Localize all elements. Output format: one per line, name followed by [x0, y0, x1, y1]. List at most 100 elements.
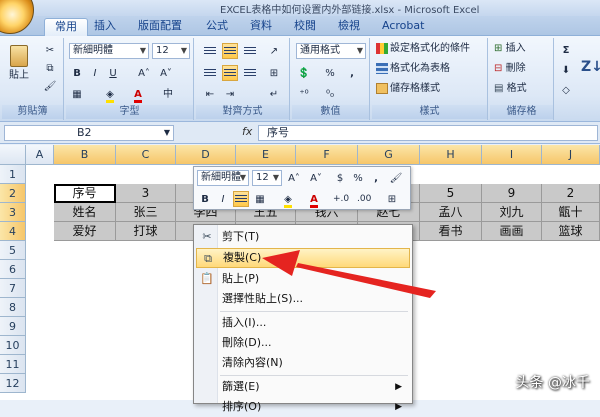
mini-italic-button[interactable]: I: [215, 191, 231, 207]
cell-c3[interactable]: 张三: [116, 203, 176, 222]
tab-acrobat[interactable]: Acrobat: [372, 18, 434, 36]
align-bottom-icon[interactable]: [242, 43, 258, 59]
cell-c2[interactable]: 3: [116, 184, 176, 203]
mini-size-select[interactable]: 12 ▼: [252, 170, 282, 186]
formula-input[interactable]: 序号: [258, 125, 598, 141]
column-header-c[interactable]: C: [116, 145, 176, 165]
fill-icon[interactable]: ⬇: [558, 62, 574, 78]
cell-c4[interactable]: 打球: [116, 222, 176, 241]
cut-icon[interactable]: ✂: [42, 42, 58, 58]
align-left-icon[interactable]: [202, 65, 218, 81]
column-header-b[interactable]: B: [54, 145, 116, 165]
cell-h2[interactable]: 5: [420, 184, 482, 203]
column-header-a[interactable]: A: [26, 145, 54, 165]
copy-icon[interactable]: ⧉: [42, 60, 58, 76]
mini-font-color-button[interactable]: A: [306, 191, 322, 208]
insert-cells-button[interactable]: ⊞ 插入: [494, 42, 526, 56]
row-header-12[interactable]: 12: [0, 374, 26, 393]
wrap-text-icon[interactable]: ↵: [266, 86, 282, 102]
mini-bold-button[interactable]: B: [197, 191, 213, 207]
tab-data[interactable]: 資料: [240, 18, 282, 36]
cell-j2[interactable]: 2: [542, 184, 600, 203]
column-header-g[interactable]: G: [358, 145, 420, 165]
tab-view[interactable]: 檢視: [328, 18, 370, 36]
menu-item-sort[interactable]: 排序(O) ▶: [196, 397, 410, 417]
mini-comma-button[interactable]: ,: [368, 170, 384, 186]
align-top-icon[interactable]: [202, 43, 218, 59]
format-painter-icon[interactable]: 🖌: [42, 78, 58, 94]
borders-icon[interactable]: ▦: [69, 86, 85, 102]
paste-button[interactable]: 貼上: [6, 42, 32, 86]
comma-button[interactable]: ,: [344, 65, 360, 81]
row-header-3[interactable]: 3: [0, 203, 26, 222]
font-size-select[interactable]: 12 ▼: [152, 43, 190, 59]
mini-borders-icon[interactable]: ▦: [252, 191, 268, 207]
tab-page-layout[interactable]: 版面配置: [128, 18, 192, 36]
align-middle-icon[interactable]: [222, 43, 238, 59]
fill-color-icon[interactable]: ◈: [102, 86, 118, 103]
row-header-2[interactable]: 2: [0, 184, 26, 203]
clear-icon[interactable]: ◇: [558, 82, 574, 98]
percent-button[interactable]: %: [322, 65, 338, 81]
row-header-7[interactable]: 7: [0, 279, 26, 298]
tab-review[interactable]: 校閱: [284, 18, 326, 36]
autosum-button[interactable]: Σ: [558, 42, 574, 58]
font-name-select[interactable]: 新細明體 ▼: [69, 43, 149, 59]
mini-decrease-decimal-button[interactable]: .00: [356, 191, 372, 207]
insert-function-icon[interactable]: fx: [242, 125, 252, 138]
row-header-6[interactable]: 6: [0, 260, 26, 279]
menu-item-clear[interactable]: 清除內容(N): [196, 353, 410, 373]
menu-item-delete[interactable]: 刪除(D)...: [196, 333, 410, 353]
mini-fill-color-icon[interactable]: ◈: [280, 191, 296, 208]
column-header-i[interactable]: I: [482, 145, 542, 165]
cell-i2[interactable]: 9: [482, 184, 542, 203]
merge-cells-icon[interactable]: ⊞: [266, 65, 282, 81]
column-header-j[interactable]: J: [542, 145, 600, 165]
italic-button[interactable]: I: [87, 65, 103, 81]
row-header-10[interactable]: 10: [0, 336, 26, 355]
tab-home[interactable]: 常用: [44, 18, 88, 36]
row-header-5[interactable]: 5: [0, 241, 26, 260]
menu-item-copy[interactable]: ⧉ 複製(C): [196, 248, 410, 268]
number-format-select[interactable]: 通用格式 ▼: [296, 43, 366, 59]
cell-i4[interactable]: 画画: [482, 222, 542, 241]
mini-percent-button[interactable]: %: [350, 170, 366, 186]
bold-button[interactable]: B: [69, 65, 85, 81]
align-right-icon[interactable]: [242, 65, 258, 81]
decrease-decimal-icon[interactable]: ⁰₀: [322, 86, 338, 102]
cell-h3[interactable]: 孟八: [420, 203, 482, 222]
decrease-indent-icon[interactable]: ⇤: [202, 86, 218, 102]
row-header-1[interactable]: 1: [0, 165, 26, 184]
menu-item-filter[interactable]: 篩選(E) ▶: [196, 377, 410, 397]
cell-b4[interactable]: 爱好: [54, 222, 116, 241]
mini-merge-icon[interactable]: ⊞: [384, 191, 400, 207]
row-header-4[interactable]: 4: [0, 222, 26, 241]
sort-filter-icon[interactable]: Z↓: [580, 48, 600, 84]
currency-icon[interactable]: 💲: [296, 65, 312, 81]
column-header-e[interactable]: E: [236, 145, 296, 165]
delete-cells-button[interactable]: ⊟ 刪除: [494, 62, 526, 76]
column-header-f[interactable]: F: [296, 145, 358, 165]
tab-insert[interactable]: 插入: [84, 18, 126, 36]
grow-font-button[interactable]: A˄: [136, 65, 152, 81]
menu-item-insert[interactable]: 插入(I)...: [196, 313, 410, 333]
cell-j4[interactable]: 篮球: [542, 222, 600, 241]
conditional-format-button[interactable]: 設定格式化的條件: [376, 42, 470, 56]
cell-j3[interactable]: 甑十: [542, 203, 600, 222]
mini-increase-decimal-button[interactable]: +.0: [332, 191, 350, 207]
cell-i3[interactable]: 刘九: [482, 203, 542, 222]
mini-center-align-icon[interactable]: [233, 191, 249, 207]
cell-b3[interactable]: 姓名: [54, 203, 116, 222]
row-header-8[interactable]: 8: [0, 298, 26, 317]
cell-styles-button[interactable]: 儲存格樣式: [376, 82, 440, 96]
align-center-icon[interactable]: [222, 65, 238, 81]
mini-grow-font-button[interactable]: A˄: [286, 170, 302, 186]
menu-item-cut[interactable]: ✂ 剪下(T): [196, 227, 410, 247]
column-header-d[interactable]: D: [176, 145, 236, 165]
menu-item-paste-special[interactable]: 選擇性貼上(S)...: [196, 289, 410, 309]
increase-decimal-icon[interactable]: ⁺⁰: [296, 86, 312, 102]
phonetic-icon[interactable]: 中: [160, 86, 176, 102]
underline-button[interactable]: U: [105, 65, 121, 81]
tab-formulas[interactable]: 公式: [196, 18, 238, 36]
row-header-9[interactable]: 9: [0, 317, 26, 336]
